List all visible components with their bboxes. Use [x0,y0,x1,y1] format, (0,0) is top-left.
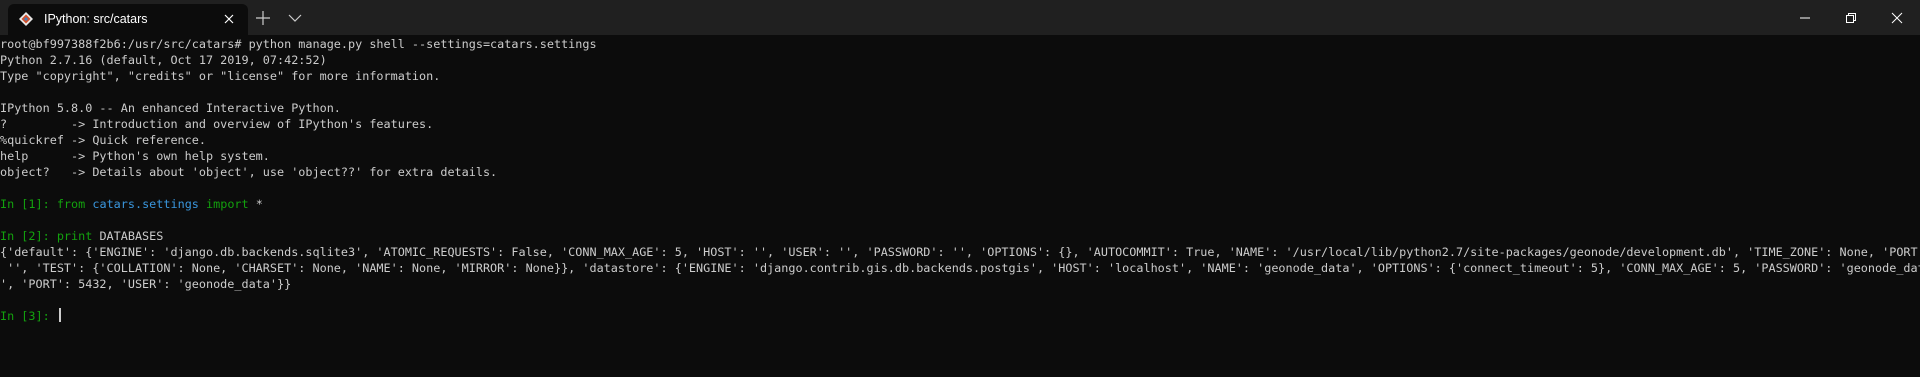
input-prompt: In [3]: [0,309,57,323]
maximize-icon [1846,13,1856,23]
input-line-1: In [1]: from catars.settings import * [0,196,263,212]
minimize-icon [1800,17,1810,19]
close-window-button[interactable] [1874,0,1920,35]
input-line-2: In [2]: print DATABASES [0,228,163,244]
help-line: object? -> Details about 'object', use '… [0,165,498,179]
type-hint-line: Type "copyright", "credits" or "license"… [0,69,441,83]
input-line-3[interactable]: In [3]: [0,308,61,324]
close-icon [1891,12,1903,24]
output-line: {'default': {'ENGINE': 'django.db.backen… [0,245,1920,259]
keyword-import: import [206,197,249,211]
ipython-logo-icon [18,11,34,27]
help-line: ? -> Introduction and overview of IPytho… [0,117,434,131]
ipython-version-line: IPython 5.8.0 -- An enhanced Interactive… [0,101,341,115]
chevron-down-icon[interactable] [287,11,303,25]
import-target: * [248,197,263,211]
maximize-button[interactable] [1828,0,1874,35]
title-bar: IPython: src/catars [0,0,1920,35]
input-prompt: In [2]: [0,229,57,243]
plus-icon[interactable] [254,9,272,27]
input-prompt: In [1]: [0,197,57,211]
terminal-tab[interactable]: IPython: src/catars [8,4,248,35]
help-line: %quickref -> Quick reference. [0,133,206,147]
python-version-line: Python 2.7.16 (default, Oct 17 2019, 07:… [0,53,327,67]
output-line: '', 'TEST': {'COLLATION': None, 'CHARSET… [0,261,1920,275]
output-line: ', 'PORT': 5432, 'USER': 'geonode_data'}… [0,277,292,291]
close-icon[interactable] [221,11,237,27]
terminal-output[interactable]: root@bf997388f2b6:/usr/src/catars# pytho… [0,35,1920,377]
minimize-button[interactable] [1782,0,1828,35]
keyword-from: from [56,197,86,211]
shell-command-line: root@bf997388f2b6:/usr/src/catars# pytho… [0,37,597,51]
text-cursor [58,308,61,322]
tab-title: IPython: src/catars [44,12,148,26]
print-target: DATABASES [92,229,164,243]
module-name: catars.settings [92,197,199,211]
help-line: help -> Python's own help system. [0,149,270,163]
keyword-print: print [56,229,93,243]
